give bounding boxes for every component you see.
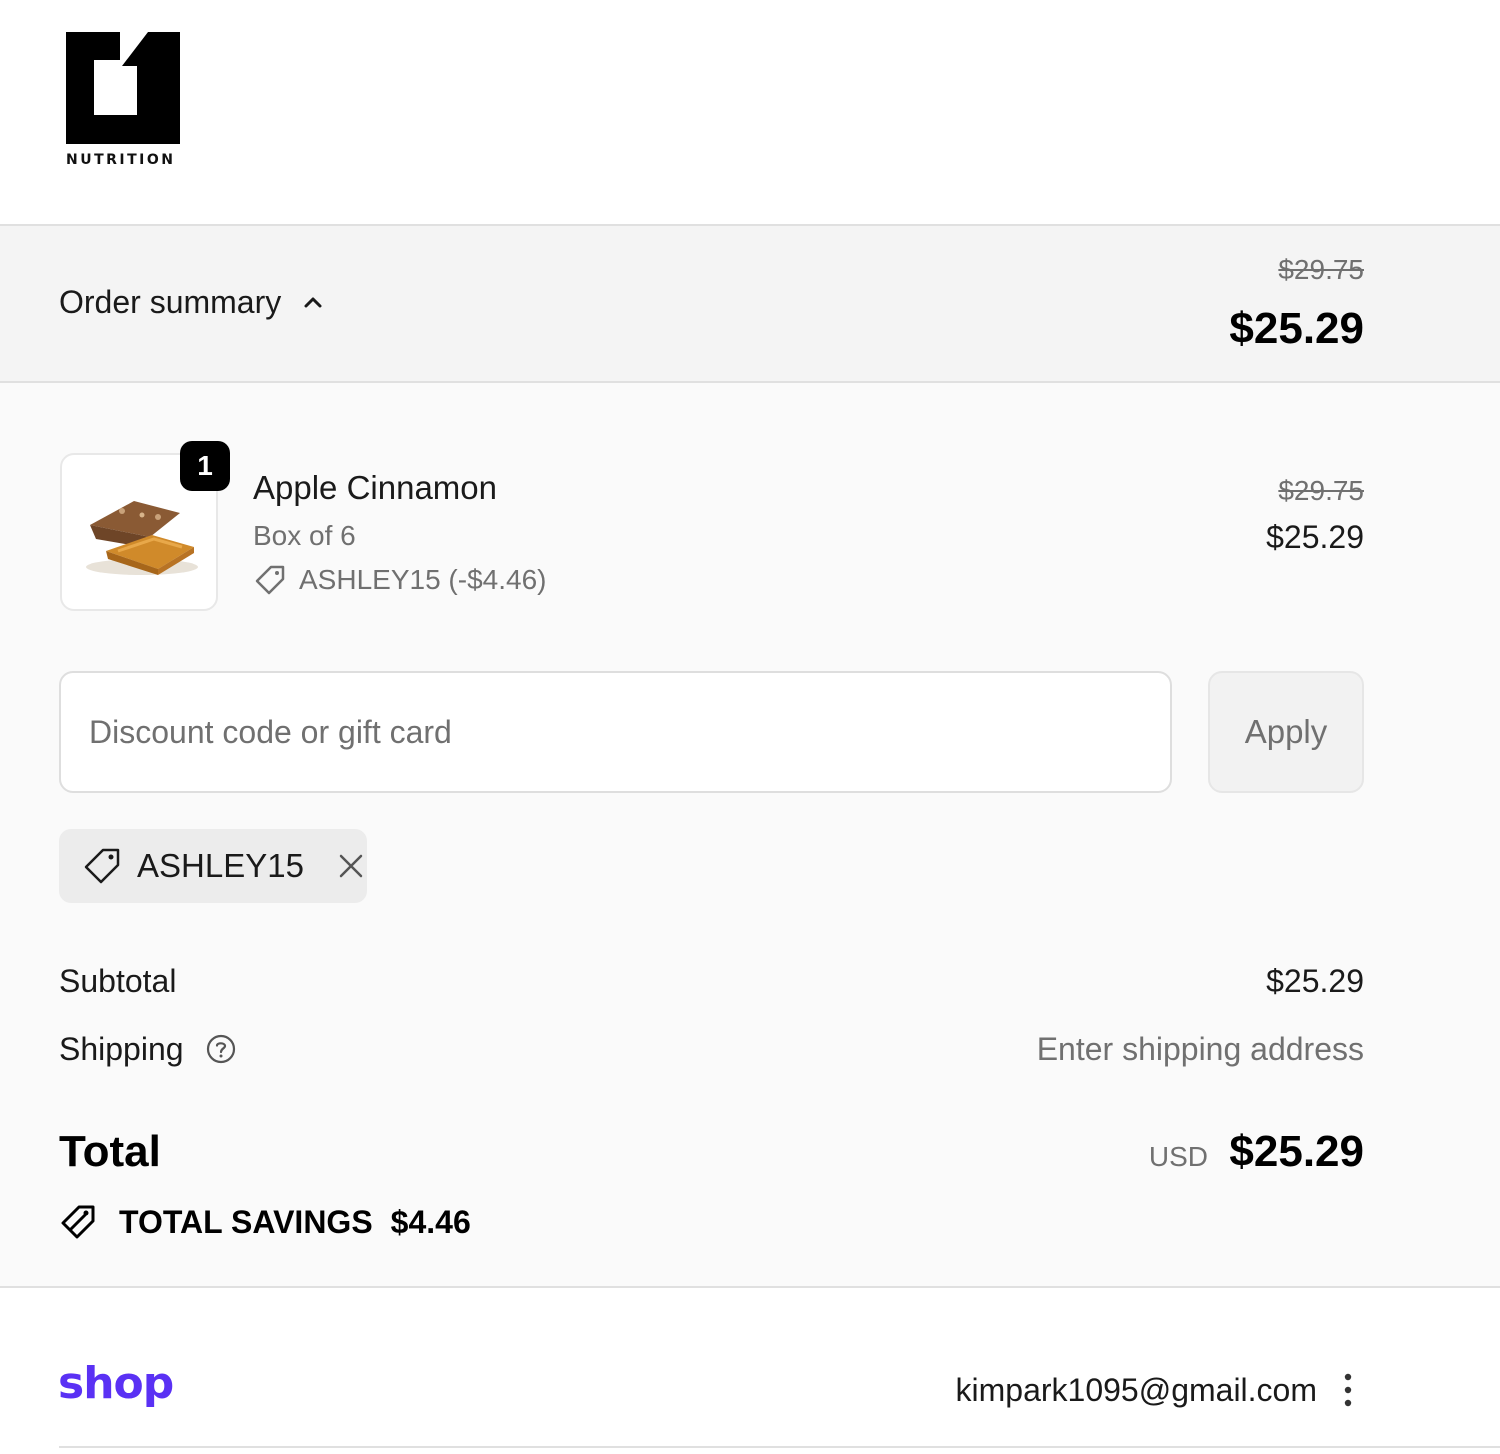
order-summary-label: Order summary bbox=[59, 284, 282, 320]
shop-pay-logo[interactable]: shop bbox=[58, 1358, 174, 1409]
total-savings: TOTAL SAVINGS $4.46 bbox=[59, 1201, 471, 1243]
apply-button[interactable]: Apply bbox=[1208, 671, 1364, 793]
summary-price: $25.29 bbox=[1229, 304, 1364, 353]
summary-original-price: $29.75 bbox=[1278, 254, 1364, 285]
tag-icon bbox=[84, 848, 120, 884]
product-discount-label: ASHLEY15 (-$4.46) bbox=[299, 564, 547, 595]
subtotal-label: Subtotal bbox=[59, 963, 177, 999]
product-discount: ASHLEY15 (-$4.46) bbox=[253, 563, 546, 597]
total-label: Total bbox=[59, 1127, 161, 1176]
footer: shop kimpark1095@gmail.com bbox=[0, 1288, 1500, 1454]
help-circle-icon[interactable] bbox=[205, 1033, 237, 1065]
order-summary-bar[interactable]: Order summary $29.75 $25.29 bbox=[0, 224, 1500, 383]
total-savings-value: $4.46 bbox=[390, 1203, 471, 1240]
applied-discount-code: ASHLEY15 bbox=[137, 847, 304, 884]
product-variant: Box of 6 bbox=[253, 520, 356, 551]
applied-discount-chip: ASHLEY15 bbox=[59, 829, 367, 903]
header: NUTRITION bbox=[0, 0, 1500, 224]
quantity-badge: 1 bbox=[180, 441, 230, 491]
remove-discount-close-icon[interactable] bbox=[336, 851, 366, 881]
footer-divider bbox=[59, 1446, 1500, 1448]
product-name: Apple Cinnamon bbox=[253, 469, 497, 506]
product-original-price: $29.75 bbox=[1278, 475, 1364, 506]
order-summary-details: 1 Apple Cinnamon Box of 6 ASHLEY15 (-$4.… bbox=[0, 383, 1500, 1288]
shipping-value: Enter shipping address bbox=[1036, 1031, 1364, 1067]
savings-tag-icon bbox=[61, 1205, 95, 1239]
account-email: kimpark1095@gmail.com bbox=[955, 1372, 1318, 1408]
product-price: $25.29 bbox=[1266, 519, 1364, 555]
shipping-label: Shipping bbox=[59, 1031, 184, 1067]
total-savings-label: TOTAL SAVINGS bbox=[119, 1203, 373, 1240]
order-summary-toggle[interactable]: Order summary bbox=[59, 284, 325, 321]
more-options-icon[interactable] bbox=[1338, 1372, 1358, 1408]
tag-icon bbox=[255, 565, 285, 595]
logo-wordmark: NUTRITION bbox=[66, 152, 176, 168]
discount-code-input[interactable] bbox=[59, 671, 1172, 793]
total-value: $25.29 bbox=[1229, 1127, 1364, 1176]
subtotal-value: $25.29 bbox=[1266, 963, 1364, 999]
total-currency: USD bbox=[1148, 1141, 1208, 1172]
c1-nutrition-logo[interactable] bbox=[64, 30, 182, 170]
chevron-up-icon bbox=[304, 297, 322, 307]
